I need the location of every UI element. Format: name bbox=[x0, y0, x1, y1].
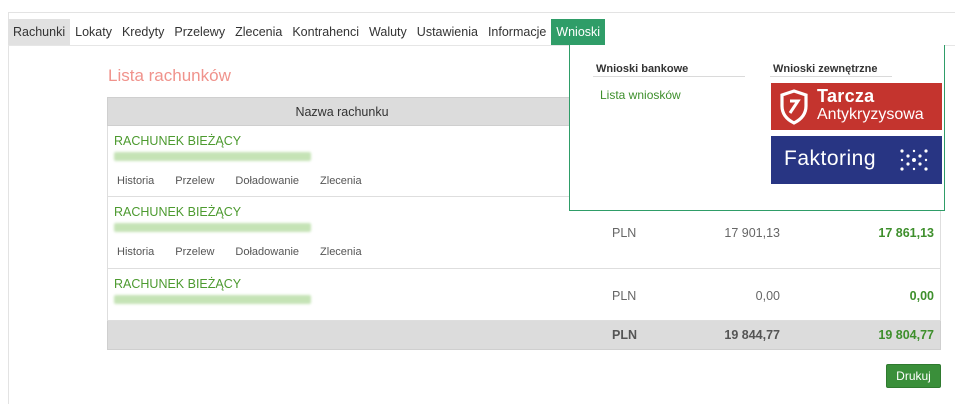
page-title: Lista rachunków bbox=[108, 66, 231, 85]
available-funds-cell: 17 861,13 bbox=[878, 226, 934, 240]
tab-przelewy[interactable]: Przelewy bbox=[169, 19, 230, 45]
tab-wnioski[interactable]: Wnioski bbox=[551, 19, 606, 45]
account-name-link[interactable]: RACHUNEK BIEŻĄCY bbox=[114, 205, 241, 219]
balance-cell: 0,00 bbox=[755, 289, 780, 303]
transfer-link[interactable]: Przelew bbox=[175, 175, 214, 187]
history-link[interactable]: Historia bbox=[117, 175, 154, 187]
currency-cell: PLN bbox=[612, 226, 637, 240]
account-actions: Historia Przelew Doładowanie Zlecenia bbox=[117, 175, 362, 187]
faktoring-title: Faktoring bbox=[784, 147, 877, 170]
applications-list-link[interactable]: Lista wniosków bbox=[600, 88, 681, 102]
tab-rachunki[interactable]: Rachunki bbox=[8, 19, 71, 45]
tab-kredyty[interactable]: Kredyty bbox=[117, 19, 169, 45]
tab-zlecenia[interactable]: Zlecenia bbox=[230, 19, 287, 45]
total-currency: PLN bbox=[612, 328, 637, 342]
topup-link[interactable]: Doładowanie bbox=[235, 175, 299, 187]
tarcza-title: Tarcza bbox=[817, 86, 875, 106]
tab-ustawienia[interactable]: Ustawienia bbox=[412, 19, 483, 45]
print-button[interactable]: Drukuj bbox=[886, 364, 941, 388]
table-total-row: PLN 19 844,77 19 804,77 bbox=[107, 321, 941, 350]
divider bbox=[593, 76, 745, 77]
external-applications-heading: Wnioski zewnętrzne bbox=[773, 63, 878, 75]
account-number-blurred bbox=[114, 152, 311, 161]
dots-pattern-icon bbox=[900, 149, 928, 171]
column-header-name: Nazwa rachunku bbox=[295, 104, 389, 119]
tab-lokaty[interactable]: Lokaty bbox=[70, 19, 117, 45]
tarcza-subtitle: Antykryzysowa bbox=[817, 106, 924, 123]
account-actions: Historia Przelew Doładowanie Zlecenia bbox=[117, 246, 362, 258]
main-nav: Rachunki Lokaty Kredyty Przelewy Zleceni… bbox=[8, 19, 606, 45]
available-funds-cell: 0,00 bbox=[909, 289, 934, 303]
currency-cell: PLN bbox=[612, 289, 637, 303]
total-balance: 19 844,77 bbox=[724, 328, 780, 342]
total-available: 19 804,77 bbox=[878, 328, 934, 342]
transfer-link[interactable]: Przelew bbox=[175, 246, 214, 258]
tab-kontrahenci[interactable]: Kontrahenci bbox=[287, 19, 364, 45]
tab-waluty[interactable]: Waluty bbox=[364, 19, 412, 45]
balance-cell: 17 901,13 bbox=[724, 226, 780, 240]
account-name-link[interactable]: RACHUNEK BIEŻĄCY bbox=[114, 134, 241, 148]
tarcza-antykryzysowa-banner[interactable]: Tarcza Antykryzysowa bbox=[771, 83, 942, 130]
wnioski-dropdown-menu: Wnioski bankowe Wnioski zewnętrzne Lista… bbox=[569, 45, 945, 211]
account-number-blurred bbox=[114, 223, 311, 232]
topup-link[interactable]: Doładowanie bbox=[235, 246, 299, 258]
history-link[interactable]: Historia bbox=[117, 246, 154, 258]
faktoring-banner[interactable]: Faktoring bbox=[771, 136, 942, 184]
orders-link[interactable]: Zlecenia bbox=[320, 246, 362, 258]
table-row: RACHUNEK BIEŻĄCY PLN 0,00 0,00 bbox=[107, 269, 941, 321]
tab-informacje[interactable]: Informacje bbox=[483, 19, 551, 45]
account-name-link[interactable]: RACHUNEK BIEŻĄCY bbox=[114, 277, 241, 291]
account-number-blurred bbox=[114, 295, 311, 304]
shield-icon bbox=[780, 89, 808, 125]
orders-link[interactable]: Zlecenia bbox=[320, 175, 362, 187]
bank-applications-heading: Wnioski bankowe bbox=[596, 63, 689, 75]
divider bbox=[770, 76, 892, 77]
